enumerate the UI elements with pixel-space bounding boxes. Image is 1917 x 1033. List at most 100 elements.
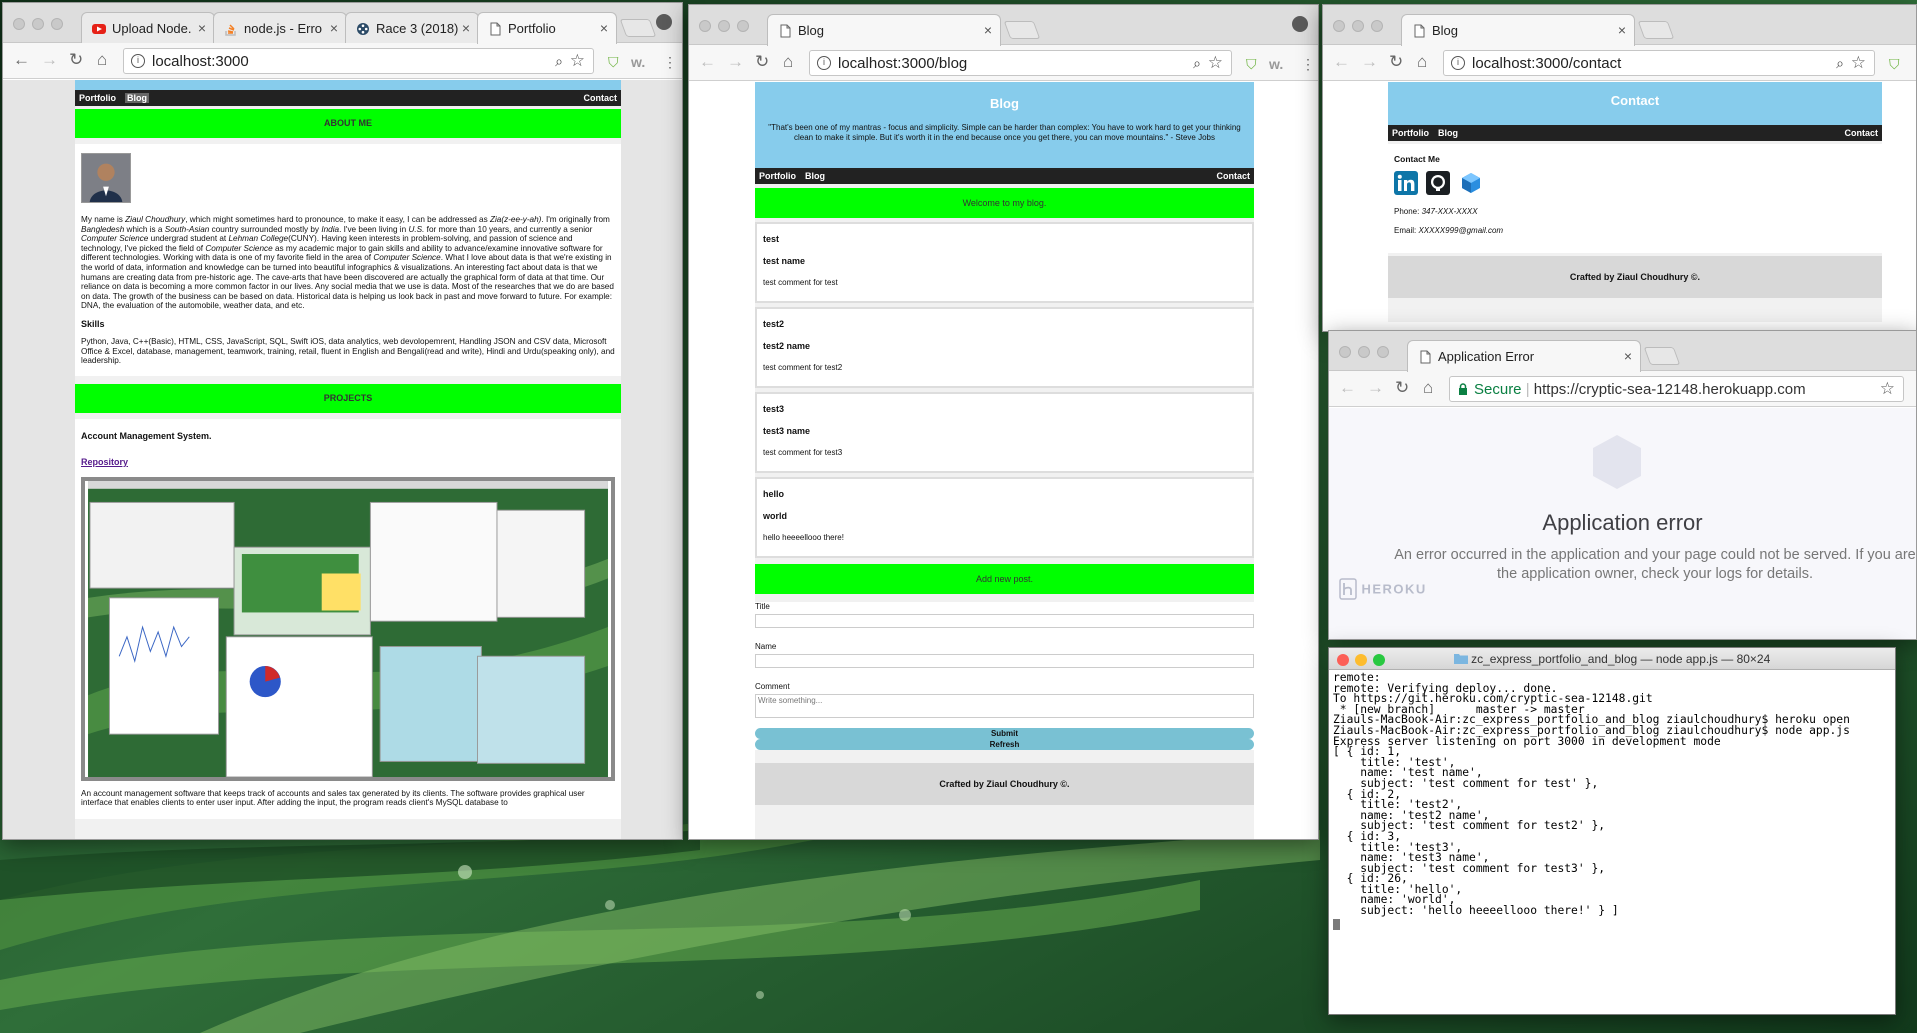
submit-button[interactable]: Submit bbox=[755, 728, 1254, 739]
forward-arrow-icon[interactable]: → bbox=[41, 51, 58, 69]
nav-blog[interactable]: Blog bbox=[125, 93, 149, 103]
reload-icon[interactable]: ↻ bbox=[1389, 53, 1403, 71]
bookmark-star-icon[interactable]: ☆ bbox=[570, 51, 585, 71]
post-name: test name bbox=[763, 256, 806, 266]
terminal-output[interactable]: remote: remote: Verifying deploy... done.… bbox=[1333, 672, 1891, 1014]
comment-label: Comment bbox=[755, 682, 790, 691]
tab-race-3[interactable]: Race 3 (2018) × bbox=[345, 12, 479, 44]
reload-icon[interactable]: ↻ bbox=[1395, 379, 1409, 397]
home-icon[interactable]: ⌂ bbox=[1423, 379, 1433, 397]
nav-portfolio[interactable]: Portfolio bbox=[79, 93, 116, 103]
home-icon[interactable]: ⌂ bbox=[1417, 53, 1427, 71]
post-title: test3 bbox=[763, 404, 785, 414]
post-title: hello bbox=[763, 489, 785, 499]
add-post-banner: Add new post. bbox=[755, 564, 1254, 594]
page-icon bbox=[1420, 350, 1431, 364]
w-extension-icon[interactable]: w. bbox=[1269, 56, 1283, 72]
post-comment: test comment for test3 bbox=[763, 448, 843, 457]
forward-arrow-icon[interactable]: → bbox=[727, 53, 744, 71]
shield-extension-icon[interactable]: ⛉ bbox=[608, 54, 619, 71]
repository-link[interactable]: Repository bbox=[81, 457, 615, 467]
linkedin-icon[interactable] bbox=[1394, 171, 1418, 195]
lock-icon bbox=[1459, 383, 1467, 395]
address-bar[interactable]: i localhost:3000/blog ⌕ ☆ bbox=[809, 50, 1232, 76]
nav-portfolio[interactable]: Portfolio bbox=[759, 171, 796, 181]
post-list: test test name test comment for test test2… bbox=[755, 222, 1254, 558]
contact-card: Contact Me Phone: 347-XXX-XXXX Email: XX… bbox=[1388, 144, 1882, 253]
home-icon[interactable]: ⌂ bbox=[783, 53, 793, 71]
new-tab-button[interactable] bbox=[1637, 21, 1675, 39]
window-controls[interactable] bbox=[1333, 20, 1390, 38]
bio-emphasis: Computer Science bbox=[81, 234, 149, 244]
reload-icon[interactable]: ↻ bbox=[69, 51, 83, 69]
zoom-icon[interactable]: ⌕ bbox=[1193, 55, 1201, 72]
info-icon[interactable]: i bbox=[131, 54, 145, 68]
close-tab-icon[interactable]: × bbox=[600, 20, 608, 36]
nav-contact[interactable]: Contact bbox=[1845, 128, 1879, 138]
close-tab-icon[interactable]: × bbox=[1618, 22, 1626, 38]
back-arrow-icon[interactable]: ← bbox=[1339, 379, 1356, 397]
forward-arrow-icon[interactable]: → bbox=[1367, 379, 1384, 397]
menu-icon[interactable]: ⋮ bbox=[663, 54, 677, 71]
back-arrow-icon[interactable]: ← bbox=[1333, 53, 1350, 71]
info-icon[interactable]: i bbox=[1451, 56, 1465, 70]
tab-blog[interactable]: Blog × bbox=[1401, 14, 1635, 46]
forward-arrow-icon[interactable]: → bbox=[1361, 53, 1378, 71]
address-bar[interactable]: i localhost:3000 ⌕ ☆ bbox=[123, 48, 594, 74]
close-tab-icon[interactable]: × bbox=[330, 20, 338, 36]
tab-label: Application Error bbox=[1438, 349, 1535, 364]
w-extension-icon[interactable]: w. bbox=[631, 54, 645, 70]
back-arrow-icon[interactable]: ← bbox=[699, 53, 716, 71]
window-controls[interactable] bbox=[1339, 346, 1396, 364]
close-tab-icon[interactable]: × bbox=[462, 20, 470, 36]
close-tab-icon[interactable]: × bbox=[1624, 348, 1632, 364]
profile-icon[interactable] bbox=[1292, 16, 1308, 32]
nav-contact[interactable]: Contact bbox=[1217, 171, 1251, 181]
address-bar[interactable]: i localhost:3000/contact ⌕ ☆ bbox=[1443, 50, 1875, 76]
tab-application-error[interactable]: Application Error × bbox=[1407, 340, 1641, 372]
reload-icon[interactable]: ↻ bbox=[755, 53, 769, 71]
profile-icon[interactable] bbox=[656, 14, 672, 30]
close-tab-icon[interactable]: × bbox=[198, 20, 206, 36]
info-icon[interactable]: i bbox=[817, 56, 831, 70]
url-text: https://cryptic-sea-12148.herokuapp.com bbox=[1533, 381, 1806, 398]
new-tab-button[interactable] bbox=[619, 19, 657, 37]
terminal-title: zc_express_portfolio_and_blog — node app… bbox=[1329, 652, 1895, 666]
bookmark-star-icon[interactable]: ☆ bbox=[1851, 53, 1866, 73]
close-tab-icon[interactable]: × bbox=[984, 22, 992, 38]
nav-blog[interactable]: Blog bbox=[1438, 128, 1458, 138]
zoom-icon[interactable]: ⌕ bbox=[1836, 55, 1844, 72]
refresh-button[interactable]: Refresh bbox=[755, 739, 1254, 750]
shield-extension-icon[interactable]: ⛉ bbox=[1246, 56, 1257, 73]
back-arrow-icon[interactable]: ← bbox=[13, 51, 30, 69]
post-title: test2 bbox=[763, 319, 785, 329]
comment-textarea[interactable]: Write something... bbox=[755, 694, 1254, 718]
window-controls[interactable] bbox=[13, 18, 70, 36]
new-tab-button[interactable] bbox=[1643, 347, 1681, 365]
github-icon[interactable] bbox=[1426, 171, 1451, 195]
cube-icon[interactable] bbox=[1459, 171, 1483, 195]
nav-portfolio[interactable]: Portfolio bbox=[1392, 128, 1429, 138]
menu-icon[interactable]: ⋮ bbox=[1301, 56, 1315, 73]
secure-label: Secure bbox=[1474, 381, 1522, 398]
contact-header: Contact bbox=[1388, 82, 1882, 125]
tab-stackoverflow[interactable]: node.js - Erro × bbox=[213, 12, 347, 44]
bookmark-star-icon[interactable]: ☆ bbox=[1880, 379, 1895, 399]
zoom-icon[interactable]: ⌕ bbox=[555, 53, 563, 70]
shield-extension-icon[interactable]: ⛉ bbox=[1889, 56, 1900, 73]
title-input[interactable] bbox=[755, 614, 1254, 628]
home-icon[interactable]: ⌂ bbox=[97, 51, 107, 69]
tab-upload-node[interactable]: Upload Node. × bbox=[81, 12, 215, 44]
skills-heading: Skills bbox=[81, 318, 105, 329]
nav-blog[interactable]: Blog bbox=[805, 171, 825, 181]
address-bar[interactable]: Secure | https://cryptic-sea-12148.herok… bbox=[1449, 376, 1904, 402]
new-tab-button[interactable] bbox=[1003, 21, 1041, 39]
blog-footer: Crafted by Ziaul Choudhury ©. bbox=[755, 763, 1254, 805]
window-controls[interactable] bbox=[699, 20, 756, 38]
bookmark-star-icon[interactable]: ☆ bbox=[1208, 53, 1223, 73]
youtube-icon bbox=[92, 24, 106, 34]
name-input[interactable] bbox=[755, 654, 1254, 668]
tab-portfolio[interactable]: Portfolio × bbox=[477, 12, 617, 44]
tab-blog[interactable]: Blog × bbox=[767, 14, 1001, 46]
nav-contact[interactable]: Contact bbox=[584, 93, 618, 103]
